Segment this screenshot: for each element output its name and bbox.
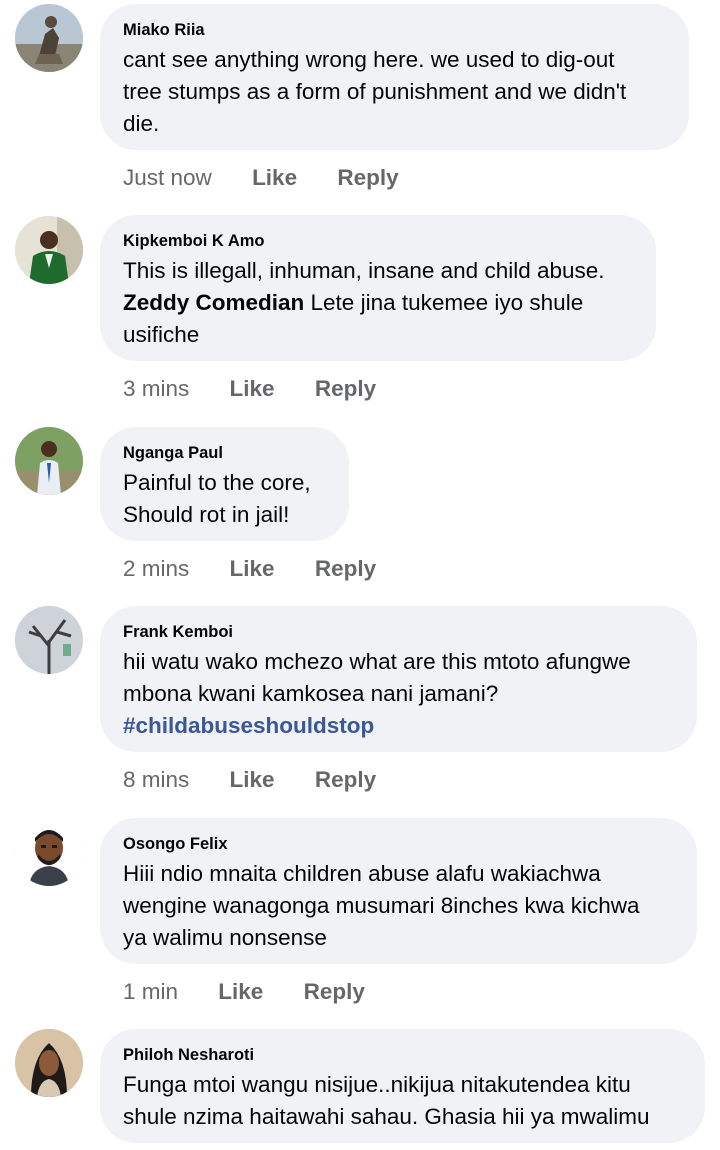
comment-actions: 2 mins Like Reply	[123, 554, 376, 584]
comment-timestamp: Just now	[123, 165, 212, 190]
comment-text-line: wengine wanagonga musumari 8inches kwa k…	[123, 893, 640, 918]
reply-button[interactable]: Reply	[315, 765, 376, 795]
reply-button[interactable]: Reply	[337, 163, 398, 193]
comment-text-line: hii watu wako mchezo what are this mtoto…	[123, 649, 631, 674]
comment-text: This is illegall, inhuman, insane and ch…	[123, 255, 634, 351]
comment-author[interactable]: Kipkemboi K Amo	[123, 231, 634, 251]
comment-text-line: Funga mtoi wangu nisijue..nikijua nitaku…	[123, 1072, 631, 1097]
person-photo-avatar-icon	[15, 4, 83, 72]
tree-photo-avatar-icon	[15, 606, 83, 674]
avatar[interactable]	[15, 427, 83, 495]
reply-button[interactable]: Reply	[304, 977, 365, 1007]
comment-text-line: Painful to the core,	[123, 470, 311, 495]
comment-text-line: Should rot in jail!	[123, 502, 290, 527]
mention-link[interactable]: Zeddy Comedian	[123, 290, 304, 315]
comment-text-line: cant see anything wrong here. we used to…	[123, 47, 615, 72]
comment-actions: 8 mins Like Reply	[123, 765, 376, 795]
reply-button[interactable]: Reply	[315, 374, 376, 404]
cartoon-avatar-icon	[15, 818, 83, 886]
comment-text: hii watu wako mchezo what are this mtoto…	[123, 646, 675, 742]
like-button[interactable]: Like	[252, 163, 297, 193]
comment-author[interactable]: Osongo Felix	[123, 834, 675, 854]
like-button[interactable]: Like	[230, 765, 275, 795]
hashtag-link[interactable]: #childabuseshouldstop	[123, 713, 374, 738]
reply-button[interactable]: Reply	[315, 554, 376, 584]
comment-timestamp: 3 mins	[123, 376, 190, 401]
like-button[interactable]: Like	[218, 977, 263, 1007]
comment-author[interactable]: Frank Kemboi	[123, 622, 675, 642]
comment-actions: 3 mins Like Reply	[123, 374, 376, 404]
comment-text-line: Hiii ndio mnaita children abuse alafu wa…	[123, 861, 601, 886]
comment-text-line: This is illegall, inhuman, insane and ch…	[123, 258, 605, 283]
comment-timestamp: 1 min	[123, 979, 179, 1004]
comment-text: Painful to the core, Should rot in jail!	[123, 467, 327, 531]
comment-text: Funga mtoi wangu nisijue..nikijua nitaku…	[123, 1069, 683, 1133]
comment-bubble: Frank Kemboi hii watu wako mchezo what a…	[100, 606, 697, 752]
comment-timestamp: 2 mins	[123, 556, 190, 581]
comment-timestamp: 8 mins	[123, 767, 190, 792]
comment-text: cant see anything wrong here. we used to…	[123, 44, 667, 140]
comment-author[interactable]: Miako Riia	[123, 20, 667, 40]
comment-bubble: Philoh Nesharoti Funga mtoi wangu nisiju…	[100, 1029, 705, 1143]
comment-text-line: mbona kwani kamkosea nani jamani?	[123, 681, 499, 706]
comment-text: Hiii ndio mnaita children abuse alafu wa…	[123, 858, 675, 954]
comment-text-line: usifiche	[123, 322, 200, 347]
avatar[interactable]	[15, 818, 83, 886]
person-photo-avatar-icon	[15, 216, 83, 284]
person-photo-avatar-icon	[15, 427, 83, 495]
comment-bubble: Nganga Paul Painful to the core, Should …	[100, 427, 349, 541]
avatar[interactable]	[15, 4, 83, 72]
comment-actions: Just now Like Reply	[123, 163, 399, 193]
like-button[interactable]: Like	[230, 374, 275, 404]
comment-text-line: tree stumps as a form of punishment and …	[123, 79, 627, 104]
like-button[interactable]: Like	[230, 554, 275, 584]
comment-bubble: Osongo Felix Hiii ndio mnaita children a…	[100, 818, 697, 964]
avatar[interactable]	[15, 606, 83, 674]
comment-author[interactable]: Philoh Nesharoti	[123, 1045, 683, 1065]
comment-text-line: ya walimu nonsense	[123, 925, 327, 950]
comment-author[interactable]: Nganga Paul	[123, 443, 327, 463]
comment-text-line: shule nzima haitawahi sahau. Ghasia hii …	[123, 1104, 650, 1129]
avatar[interactable]	[15, 1029, 83, 1097]
comment-bubble: Kipkemboi K Amo This is illegall, inhuma…	[100, 215, 656, 361]
person-photo-avatar-icon	[15, 1029, 83, 1097]
comment-text-line: Lete jina tukemee iyo shule	[304, 290, 584, 315]
comment-text-line: die.	[123, 111, 160, 136]
comment-bubble: Miako Riia cant see anything wrong here.…	[100, 4, 689, 150]
comment-actions: 1 min Like Reply	[123, 977, 365, 1007]
avatar[interactable]	[15, 216, 83, 284]
